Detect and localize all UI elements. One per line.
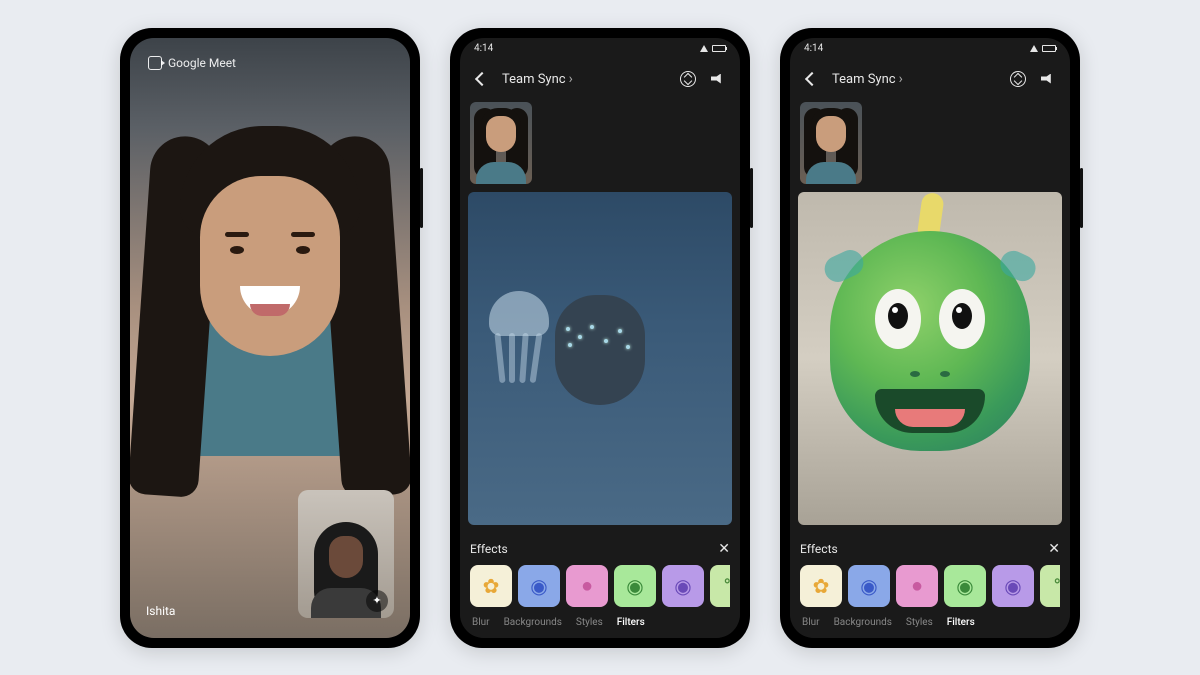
close-effects-button[interactable]: ✕	[1048, 541, 1060, 557]
phone-mockup-1: Google Meet Ishita ✦	[120, 28, 420, 648]
status-time: 4:14	[804, 43, 823, 54]
swap-camera-button[interactable]	[1008, 69, 1028, 89]
tab-styles[interactable]: Styles	[576, 617, 603, 628]
status-bar: 4:14	[790, 38, 1070, 60]
main-video-feed: Google Meet Ishita ✦	[130, 38, 410, 638]
back-button[interactable]	[472, 69, 492, 89]
filter-tile-frog[interactable]: °°	[710, 565, 730, 607]
remote-participant-pip[interactable]	[800, 102, 862, 184]
swap-camera-button[interactable]	[678, 69, 698, 89]
tab-blur[interactable]: Blur	[802, 617, 820, 628]
filter-tile-blue-bot[interactable]: ◉	[518, 565, 560, 607]
effects-button[interactable]: ✦	[366, 590, 388, 612]
effects-label: Effects	[800, 542, 838, 556]
filter-tile-frog[interactable]: °°	[1040, 565, 1060, 607]
effects-tabs: Blur Backgrounds Styles Filters	[800, 617, 1060, 634]
filter-list[interactable]: ✿◉●◉◉°°	[470, 565, 730, 607]
filter-tile-purple-bot[interactable]: ◉	[992, 565, 1034, 607]
dinosaur-filter-overlay	[825, 211, 1035, 471]
call-header: Team Sync	[790, 60, 1070, 98]
signal-icon	[1030, 45, 1038, 52]
remote-participant	[170, 146, 370, 406]
filter-list[interactable]: ✿◉●◉◉°°	[800, 565, 1060, 607]
tab-backgrounds[interactable]: Backgrounds	[504, 617, 562, 628]
call-title[interactable]: Team Sync	[502, 71, 573, 87]
tab-styles[interactable]: Styles	[906, 617, 933, 628]
filter-tile-purple-bot[interactable]: ◉	[662, 565, 704, 607]
phone-mockup-3: 4:14 Team Sync	[780, 28, 1080, 648]
self-view-pip[interactable]: ✦	[298, 490, 394, 618]
remote-participant-pip[interactable]	[470, 102, 532, 184]
tab-filters[interactable]: Filters	[617, 617, 645, 628]
self-view-main	[468, 192, 732, 525]
filter-tile-green-eye[interactable]: ◉	[614, 565, 656, 607]
call-header: Team Sync	[460, 60, 740, 98]
tab-filters[interactable]: Filters	[947, 617, 975, 628]
filter-tile-green-eye[interactable]: ◉	[944, 565, 986, 607]
filter-tile-flower[interactable]: ✿	[470, 565, 512, 607]
effects-panel: Effects ✕ ✿◉●◉◉°° Blur Backgrounds Style…	[460, 533, 740, 638]
self-view-main	[798, 192, 1062, 525]
phone-mockup-2: 4:14 Team Sync	[450, 28, 750, 648]
filter-tile-flower[interactable]: ✿	[800, 565, 842, 607]
tab-backgrounds[interactable]: Backgrounds	[834, 617, 892, 628]
self-face	[540, 285, 660, 435]
effects-tabs: Blur Backgrounds Styles Filters	[470, 617, 730, 634]
app-brand: Google Meet	[148, 56, 236, 70]
battery-icon	[712, 45, 726, 52]
filter-tile-pink-blob[interactable]: ●	[566, 565, 608, 607]
filter-tile-blue-bot[interactable]: ◉	[848, 565, 890, 607]
battery-icon	[1042, 45, 1056, 52]
close-effects-button[interactable]: ✕	[718, 541, 730, 557]
speaker-button[interactable]	[708, 69, 728, 89]
effects-label: Effects	[470, 542, 508, 556]
tab-blur[interactable]: Blur	[472, 617, 490, 628]
speaker-button[interactable]	[1038, 69, 1058, 89]
status-bar: 4:14	[460, 38, 740, 60]
filter-tile-pink-blob[interactable]: ●	[896, 565, 938, 607]
call-title[interactable]: Team Sync	[832, 71, 903, 87]
signal-icon	[700, 45, 708, 52]
status-time: 4:14	[474, 43, 493, 54]
caller-name-label: Ishita	[146, 604, 175, 618]
meet-icon	[148, 56, 162, 70]
effects-panel: Effects ✕ ✿◉●◉◉°° Blur Backgrounds Style…	[790, 533, 1070, 638]
app-name: Google Meet	[168, 56, 236, 70]
back-button[interactable]	[802, 69, 822, 89]
